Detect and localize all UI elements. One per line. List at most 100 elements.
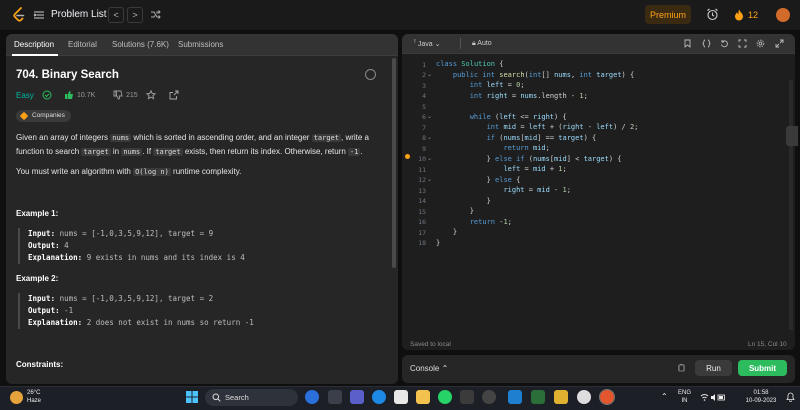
more-options-icon[interactable] <box>365 69 376 80</box>
code-line[interactable]: while (left <= right) { <box>436 113 567 121</box>
console-toggle[interactable]: Console ⌃ <box>410 364 448 373</box>
github-icon[interactable] <box>482 390 496 404</box>
explanation-value: 9 exists in nums and its index is 4 <box>82 253 245 262</box>
user-avatar[interactable] <box>776 8 790 22</box>
cursor-position: Ln 15, Col 10 <box>748 341 787 348</box>
debug-icon[interactable] <box>677 363 686 372</box>
code-line[interactable]: return mid; <box>436 144 549 152</box>
weather-sun-icon[interactable] <box>10 391 23 404</box>
star-icon[interactable] <box>146 90 156 100</box>
dislike-icon[interactable] <box>113 90 123 100</box>
run-button[interactable]: Run <box>695 360 732 376</box>
side-note-tab[interactable] <box>786 126 798 146</box>
example-1-box: Input: nums = [-1,0,3,5,9,12], target = … <box>18 228 378 264</box>
code-line[interactable]: class Solution { <box>436 60 503 68</box>
fullscreen-icon[interactable] <box>738 39 747 48</box>
line-number: 3 <box>422 81 426 90</box>
code-line[interactable]: } <box>436 207 474 215</box>
line-number: 10 <box>418 155 426 163</box>
line-number: 2 <box>422 71 426 79</box>
language-select[interactable]: ꜝ Java ⌄ <box>414 40 441 48</box>
problem-list-icon[interactable] <box>33 9 45 21</box>
wifi-volume-battery-icon[interactable] <box>700 393 726 402</box>
auto-mode-toggle[interactable]: 🔒︎ Auto <box>472 40 492 48</box>
alarm-clock-icon[interactable] <box>706 8 719 21</box>
toolbar-divider <box>460 38 461 49</box>
code-line[interactable]: } <box>436 239 440 247</box>
windows-start-icon[interactable] <box>185 390 199 404</box>
tab-solutions[interactable]: Solutions (7.6K) <box>112 40 169 49</box>
chrome-icon[interactable] <box>577 390 591 404</box>
zoom-icon[interactable] <box>372 390 386 404</box>
clock-time: 01:58 <box>753 390 769 396</box>
prev-problem-button[interactable]: < <box>108 7 124 23</box>
code-line[interactable]: left = mid + 1; <box>436 165 566 173</box>
clock[interactable]: 01:58 10-09-2023 <box>742 389 780 405</box>
teams-icon[interactable] <box>350 390 364 404</box>
expand-icon[interactable] <box>775 39 784 48</box>
fold-chevron-icon[interactable]: ⌄ <box>427 176 432 183</box>
notification-bell-icon[interactable] <box>786 392 795 402</box>
weather-widget[interactable]: 26°C Haze <box>27 389 41 405</box>
description-scrollbar[interactable] <box>392 58 396 268</box>
fold-chevron-icon[interactable]: ⌄ <box>427 155 432 162</box>
bookmark-icon[interactable] <box>683 39 692 48</box>
code-line[interactable]: public int search(int[] nums, int target… <box>436 71 634 79</box>
explanation-label: Explanation: <box>28 318 83 327</box>
editor-scrollbar[interactable] <box>789 80 793 330</box>
save-status: Saved to local <box>410 341 451 348</box>
code-line[interactable]: int right = nums.length - 1; <box>436 92 588 100</box>
store-icon[interactable] <box>460 390 474 404</box>
line-number: 7 <box>422 123 426 132</box>
braces-icon[interactable] <box>702 39 711 48</box>
example-2-title: Example 2: <box>16 274 59 283</box>
code-line[interactable]: } <box>436 228 457 236</box>
notepad-icon[interactable] <box>394 390 408 404</box>
code-line[interactable]: int mid = left + (right - left) / 2; <box>436 123 639 131</box>
line-number: 1 <box>422 60 426 69</box>
auto-label: Auto <box>477 40 492 47</box>
share-icon[interactable] <box>169 90 179 100</box>
input-label: Input: <box>28 229 56 238</box>
terminal-icon[interactable] <box>531 390 545 404</box>
code-line[interactable]: return -1; <box>436 218 512 226</box>
fold-chevron-icon[interactable]: ⌄ <box>427 71 432 78</box>
reset-icon[interactable] <box>720 39 729 48</box>
code-line[interactable]: int left = 0; <box>436 81 525 89</box>
breakpoint-dot[interactable] <box>405 154 410 159</box>
leetcode-logo-icon[interactable] <box>12 7 26 23</box>
desc-text: Given an array of integers <box>16 133 111 142</box>
problem-list-link[interactable]: Problem List <box>51 9 107 20</box>
task-view-icon[interactable] <box>328 390 342 404</box>
vscode-icon[interactable] <box>508 390 522 404</box>
file-explorer-icon[interactable] <box>416 390 430 404</box>
desc-text: You must write an algorithm with <box>16 167 134 176</box>
tray-overflow-icon[interactable]: ⌃ <box>661 393 668 401</box>
bing-chat-icon[interactable] <box>305 390 319 404</box>
premium-button[interactable]: Premium <box>645 5 691 24</box>
whatsapp-icon[interactable] <box>438 390 452 404</box>
companies-tag[interactable]: Companies <box>16 110 71 122</box>
problem-description: Given an array of integers nums which is… <box>16 131 391 159</box>
fold-chevron-icon[interactable]: ⌄ <box>427 113 432 120</box>
tab-editorial[interactable]: Editorial <box>68 40 97 49</box>
code-line[interactable]: } <box>436 197 491 205</box>
code-line[interactable]: if (nums[mid] == target) { <box>436 134 597 142</box>
gear-icon[interactable] <box>756 39 765 48</box>
inline-code: nums <box>121 148 143 156</box>
shuffle-icon[interactable] <box>150 9 161 20</box>
like-icon[interactable] <box>64 90 74 100</box>
fold-chevron-icon[interactable]: ⌄ <box>427 134 432 141</box>
tab-description[interactable]: Description <box>14 40 54 49</box>
folder-icon[interactable] <box>554 390 568 404</box>
code-line[interactable]: right = mid - 1; <box>436 186 570 194</box>
submit-button[interactable]: Submit <box>738 360 787 376</box>
next-problem-button[interactable]: > <box>127 7 143 23</box>
code-line[interactable]: } else if (nums[mid] < target) { <box>436 155 622 163</box>
streak-count[interactable]: 12 <box>748 10 758 20</box>
chrome-active-icon[interactable] <box>599 389 615 405</box>
language-indicator[interactable]: ENG IN <box>678 389 691 405</box>
tab-submissions[interactable]: Submissions <box>178 40 223 49</box>
desc-text: in <box>110 147 122 156</box>
code-line[interactable]: } else { <box>436 176 521 184</box>
